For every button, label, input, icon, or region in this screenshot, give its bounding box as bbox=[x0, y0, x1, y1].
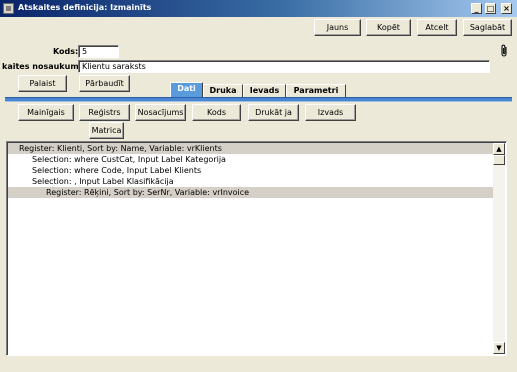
definition-list[interactable]: Register: Klienti, Sort by: Name, Variab… bbox=[6, 141, 507, 356]
variable-button[interactable]: Mainīgais bbox=[18, 104, 74, 121]
minimize-button[interactable]: _ bbox=[471, 3, 482, 14]
tab-druka[interactable]: Druka bbox=[203, 84, 243, 98]
tab-underline bbox=[5, 97, 512, 102]
tab-dati[interactable]: Dati bbox=[170, 82, 203, 98]
scroll-up-icon[interactable]: ▲ bbox=[493, 143, 505, 155]
variable-button-label: Mainīgais bbox=[27, 108, 65, 117]
window-icon bbox=[3, 3, 14, 14]
list-item[interactable]: Selection: where Code, Input Label Klien… bbox=[8, 165, 494, 176]
title-bar: Atskaites definīcija: Izmainīts _ □ × bbox=[0, 0, 517, 17]
window-title: Atskaites definīcija: Izmainīts bbox=[18, 3, 152, 12]
copy-button-label: Kopēt bbox=[377, 23, 400, 32]
list-item[interactable]: Register: Klienti, Sort by: Name, Variab… bbox=[8, 143, 494, 154]
report-name-input[interactable]: Klientu saraksts bbox=[78, 60, 490, 73]
code-input[interactable]: 5 bbox=[78, 45, 119, 58]
register-button-label: Reģistrs bbox=[88, 108, 121, 117]
copy-button[interactable]: Kopēt bbox=[366, 19, 411, 36]
matrix-button-label: Matrica bbox=[91, 126, 122, 135]
tab-parametri[interactable]: Parametri bbox=[286, 84, 346, 98]
tab-ievads[interactable]: Ievads bbox=[243, 84, 286, 98]
output-button[interactable]: Izvads bbox=[305, 104, 356, 121]
save-button[interactable]: Saglabāt bbox=[463, 19, 512, 36]
list-item[interactable]: Register: Rēķini, Sort by: SerNr, Variab… bbox=[8, 187, 494, 198]
code-label: Kods: bbox=[53, 47, 79, 56]
register-button[interactable]: Reģistrs bbox=[79, 104, 130, 121]
print-if-button-label: Drukāt ja bbox=[255, 108, 292, 117]
run-button-label: Palaist bbox=[29, 79, 56, 88]
scroll-down-icon[interactable]: ▼ bbox=[493, 342, 505, 354]
code-button[interactable]: Kods bbox=[192, 104, 241, 121]
check-button[interactable]: Pārbaudīt bbox=[79, 75, 130, 92]
output-button-label: Izvads bbox=[317, 108, 344, 117]
cancel-button[interactable]: Atcelt bbox=[417, 19, 457, 36]
close-button[interactable]: × bbox=[501, 3, 512, 14]
cancel-button-label: Atcelt bbox=[425, 23, 449, 32]
vertical-scrollbar[interactable]: ▲ ▼ bbox=[493, 143, 505, 354]
print-if-button[interactable]: Drukāt ja bbox=[248, 104, 299, 121]
list-item[interactable]: Selection: , Input Label Klasifikācija bbox=[8, 176, 494, 187]
maximize-button[interactable]: □ bbox=[485, 3, 496, 14]
save-button-label: Saglabāt bbox=[469, 23, 506, 32]
paperclip-icon[interactable] bbox=[500, 44, 509, 57]
new-button[interactable]: Jauns bbox=[314, 19, 361, 36]
matrix-button[interactable]: Matrica bbox=[89, 122, 124, 139]
condition-button[interactable]: Nosacījums bbox=[135, 104, 186, 121]
check-button-label: Pārbaudīt bbox=[85, 79, 124, 88]
new-button-label: Jauns bbox=[326, 23, 349, 32]
list-item[interactable]: Selection: where CustCat, Input Label Ka… bbox=[8, 154, 494, 165]
condition-button-label: Nosacījums bbox=[137, 108, 184, 117]
report-name-label: kaites nosaukums: bbox=[2, 62, 87, 71]
code-button-label: Kods bbox=[207, 108, 226, 117]
scroll-thumb[interactable] bbox=[493, 155, 505, 165]
run-button[interactable]: Palaist bbox=[18, 75, 67, 92]
